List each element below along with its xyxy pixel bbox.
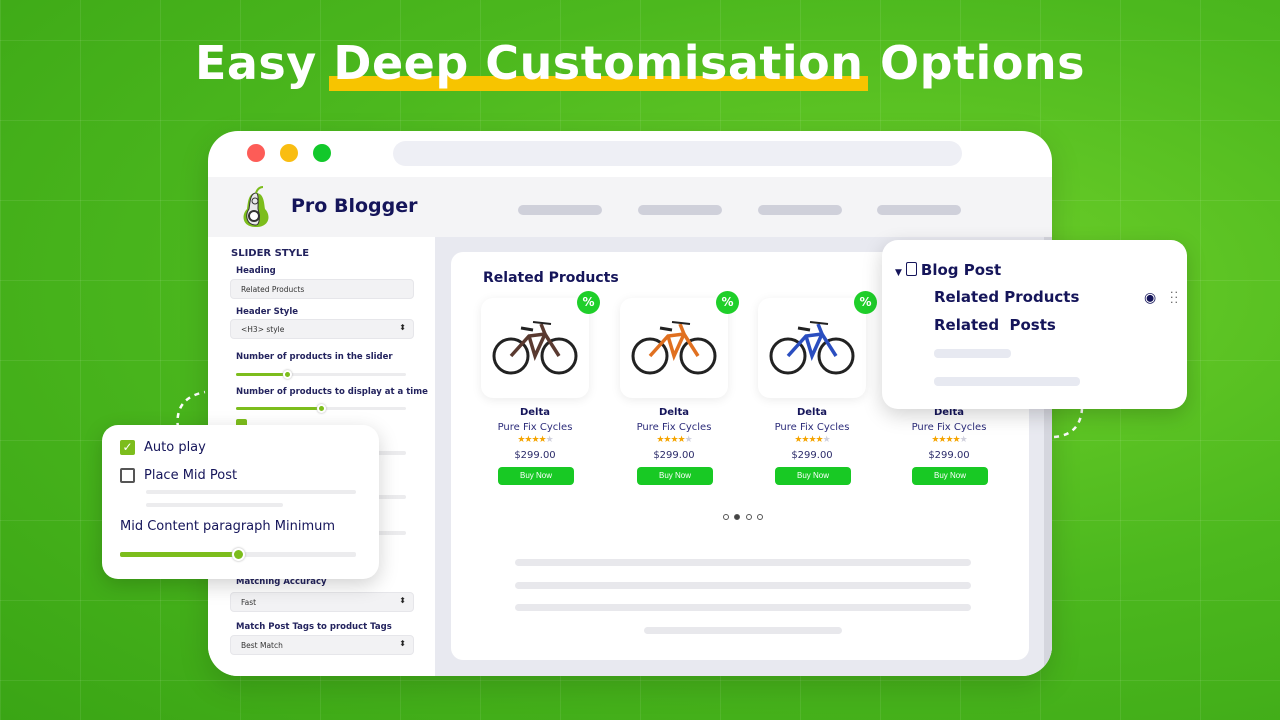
rating-stars: ★★★★★ bbox=[517, 435, 553, 445]
header-style-select[interactable]: <H3> style ⬍ bbox=[230, 319, 414, 339]
pagination-dot[interactable] bbox=[723, 514, 729, 520]
blog-post-title: Blog Post bbox=[920, 261, 1002, 279]
num-display-slider[interactable] bbox=[236, 404, 406, 413]
product-brand: Pure Fix Cycles bbox=[497, 422, 573, 433]
app-header: Pro Blogger bbox=[208, 177, 1052, 237]
maximize-window-button[interactable] bbox=[313, 144, 331, 162]
match-tags-value: Best Match bbox=[241, 641, 283, 650]
select-arrows-icon: ⬍ bbox=[399, 639, 406, 648]
product-brand: Pure Fix Cycles bbox=[774, 422, 850, 433]
nav-item[interactable] bbox=[638, 205, 722, 215]
pagination-dot-active[interactable] bbox=[734, 514, 740, 520]
related-products-title: Related Products bbox=[483, 270, 619, 286]
num-products-label: Number of products in the slider bbox=[236, 352, 393, 362]
num-products-slider[interactable] bbox=[236, 370, 406, 379]
product-name: Delta bbox=[796, 407, 828, 418]
headline-highlight: Deep Customisation bbox=[333, 36, 864, 90]
buy-now-button[interactable]: Buy Now bbox=[912, 467, 988, 485]
tree-item-related-products[interactable]: Related Products bbox=[934, 288, 1079, 306]
match-tags-select[interactable]: Best Match ⬍ bbox=[230, 635, 414, 655]
place-mid-post-label: Place Mid Post bbox=[144, 468, 238, 483]
pagination-dot[interactable] bbox=[746, 514, 752, 520]
product-image[interactable]: % bbox=[620, 291, 739, 398]
headline: Easy Deep Customisation Options bbox=[194, 36, 1086, 90]
buy-now-button[interactable]: Buy Now bbox=[637, 467, 713, 485]
product-card: % Delta Pure Fix Cycles ★★★★★ $299.00 Bu… bbox=[481, 291, 600, 485]
slider-handle[interactable] bbox=[232, 548, 245, 561]
autoplay-checkbox[interactable]: ✓ bbox=[120, 440, 135, 455]
product-card: % Delta Pure Fix Cycles ★★★★★ $299.00 Bu… bbox=[758, 291, 877, 485]
slider-handle[interactable] bbox=[283, 370, 292, 379]
options-popup: ✓ Auto play Place Mid Post Mid Content p… bbox=[102, 425, 379, 579]
dashed-connector-right bbox=[1053, 408, 1084, 439]
rating-stars: ★★★★★ bbox=[794, 435, 830, 445]
product-image[interactable]: % bbox=[481, 291, 600, 398]
product-brand: Pure Fix Cycles bbox=[911, 422, 987, 433]
place-mid-post-checkbox[interactable] bbox=[120, 468, 135, 483]
discount-badge: % bbox=[716, 291, 739, 314]
header-style-label: Header Style bbox=[236, 307, 299, 317]
product-image[interactable]: % bbox=[758, 291, 877, 398]
content-placeholder-line bbox=[644, 627, 842, 634]
content-placeholder-line bbox=[515, 559, 971, 566]
content-placeholder-line bbox=[515, 604, 971, 611]
nav-item[interactable] bbox=[518, 205, 602, 215]
header-style-value: <H3> style bbox=[241, 325, 285, 334]
address-bar[interactable] bbox=[393, 141, 962, 166]
rating-stars: ★★★★★ bbox=[931, 435, 967, 445]
document-icon bbox=[905, 262, 917, 276]
caret-down-icon: ▼ bbox=[895, 268, 902, 278]
matching-select[interactable]: Fast ⬍ bbox=[230, 592, 414, 612]
matching-value: Fast bbox=[241, 598, 257, 607]
product-price: $299.00 bbox=[653, 450, 695, 461]
close-window-button[interactable] bbox=[247, 144, 265, 162]
buy-now-button[interactable]: Buy Now bbox=[775, 467, 851, 485]
product-price: $299.00 bbox=[514, 450, 556, 461]
product-card: % Delta Pure Fix Cycles ★★★★★ $299.00 Bu… bbox=[620, 291, 739, 485]
eye-icon[interactable]: ◉ bbox=[1144, 290, 1156, 306]
product-name: Delta bbox=[519, 407, 551, 418]
bicycle-icon bbox=[631, 321, 717, 375]
tree-item-related-posts[interactable]: Related Posts bbox=[934, 316, 1056, 334]
heading-label: Heading bbox=[236, 266, 276, 276]
bicycle-icon bbox=[492, 321, 578, 375]
placeholder-line bbox=[146, 503, 283, 507]
match-tags-label: Match Post Tags to product Tags bbox=[236, 622, 392, 632]
heading-input[interactable]: Related Products bbox=[230, 279, 414, 299]
slider-handle[interactable] bbox=[317, 404, 326, 413]
placeholder-line bbox=[934, 349, 1011, 358]
blog-post-tree-item[interactable]: ▼ Blog Post bbox=[895, 261, 1001, 279]
content-placeholder-line bbox=[515, 582, 971, 589]
rating-stars: ★★★★★ bbox=[656, 435, 692, 445]
buy-now-button[interactable]: Buy Now bbox=[498, 467, 574, 485]
product-name: Delta bbox=[658, 407, 690, 418]
discount-badge: % bbox=[854, 291, 877, 314]
nav-item[interactable] bbox=[877, 205, 961, 215]
blog-post-popup: ▼ Blog Post Related Products ◉ ·· ·· ·· Rel… bbox=[882, 240, 1187, 409]
autoplay-label: Auto play bbox=[144, 440, 206, 455]
nav-item[interactable] bbox=[758, 205, 842, 215]
select-arrows-icon: ⬍ bbox=[399, 596, 406, 605]
drag-handle-icon[interactable]: ·· ·· ·· bbox=[1170, 287, 1179, 308]
num-display-label: Number of products to display at a time bbox=[236, 387, 428, 397]
pear-logo-icon bbox=[243, 186, 269, 227]
discount-badge: % bbox=[577, 291, 600, 314]
product-price: $299.00 bbox=[791, 450, 833, 461]
app-name: Pro Blogger bbox=[291, 195, 418, 217]
placeholder-line bbox=[146, 490, 356, 494]
section-title: SLIDER STYLE bbox=[231, 248, 310, 259]
mid-content-slider[interactable] bbox=[120, 548, 356, 561]
product-price: $299.00 bbox=[928, 450, 970, 461]
product-brand: Pure Fix Cycles bbox=[636, 422, 712, 433]
placeholder-line bbox=[934, 377, 1080, 386]
minimize-window-button[interactable] bbox=[280, 144, 298, 162]
select-arrows-icon: ⬍ bbox=[399, 323, 406, 332]
pagination-dot[interactable] bbox=[757, 514, 763, 520]
mid-content-label: Mid Content paragraph Minimum bbox=[120, 519, 336, 534]
bicycle-icon bbox=[769, 321, 855, 375]
